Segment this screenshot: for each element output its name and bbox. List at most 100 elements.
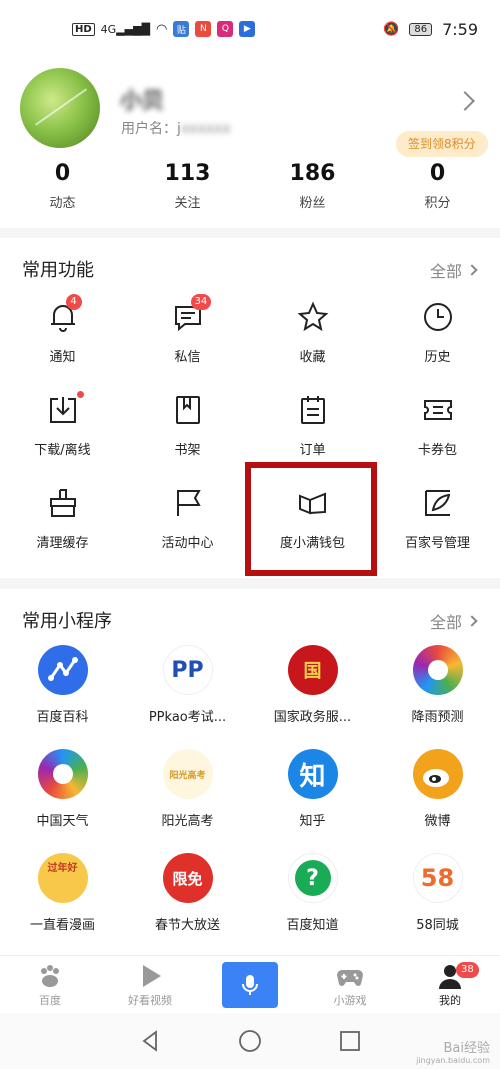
- clock-icon: [421, 300, 455, 334]
- mini-label: 58同城: [416, 918, 459, 933]
- mini-baike[interactable]: 百度百科: [0, 639, 125, 743]
- section-title: 常用小程序: [22, 611, 112, 632]
- gaokao-icon: 阳光高考: [162, 749, 213, 799]
- back-icon[interactable]: [138, 1029, 162, 1053]
- mini-zhidao[interactable]: ? 百度知道: [250, 847, 375, 951]
- hd-indicator: HD: [72, 22, 95, 36]
- message-badge: 34: [190, 294, 212, 310]
- tab-haokan[interactable]: 好看视频: [100, 956, 200, 1013]
- mini-manga[interactable]: 过年好 一直看漫画: [0, 847, 125, 951]
- stat-points[interactable]: 0 积分: [375, 161, 500, 211]
- func-activity[interactable]: 活动中心: [125, 480, 250, 573]
- chevron-right-icon[interactable]: [455, 91, 475, 111]
- mini-gov[interactable]: 国 国家政务服...: [250, 639, 375, 743]
- mini-58[interactable]: 58 58同城: [375, 847, 500, 951]
- 58-icon: 58: [412, 853, 463, 903]
- mini-zhihu[interactable]: 知 知乎: [250, 743, 375, 847]
- stat-fans[interactable]: 186 粉丝: [250, 161, 375, 211]
- mini-label: 降雨预测: [411, 710, 464, 725]
- tab-mine[interactable]: 38 我的: [400, 956, 500, 1013]
- battery-indicator: 86: [409, 22, 433, 36]
- tab-label: 好看视频: [128, 993, 172, 1007]
- stat-value: 113: [164, 161, 211, 186]
- ppkao-icon: PP: [162, 645, 213, 695]
- func-baijiahao[interactable]: 百家号管理: [375, 480, 500, 573]
- mini-label: 国家政务服...: [273, 710, 352, 725]
- home-icon[interactable]: [238, 1029, 262, 1053]
- zhihu-icon: 知: [287, 749, 338, 799]
- func-label: 卡券包: [417, 443, 457, 458]
- mini-label: 中国天气: [36, 814, 89, 829]
- tab-baidu[interactable]: 百度: [0, 956, 100, 1013]
- stat-following[interactable]: 113 关注: [125, 161, 250, 211]
- clock: 7:59: [442, 19, 478, 39]
- mini-label: PPkao考试...: [148, 710, 227, 725]
- func-coupons[interactable]: 卡券包: [375, 387, 500, 480]
- see-all-link[interactable]: 全部: [430, 258, 478, 282]
- tab-voice[interactable]: [200, 956, 300, 1013]
- stat-label: 粉丝: [299, 196, 326, 211]
- stat-posts[interactable]: 0 动态: [0, 161, 125, 211]
- sign-in-badge[interactable]: 签到领8积分: [396, 131, 488, 157]
- stat-label: 关注: [174, 196, 201, 211]
- mini-rain[interactable]: 降雨预测: [375, 639, 500, 743]
- func-history[interactable]: 历史: [375, 294, 500, 387]
- func-label: 清理缓存: [36, 536, 89, 551]
- mini-gaokao[interactable]: 阳光高考 阳光高考: [125, 743, 250, 847]
- section-title: 常用功能: [22, 260, 94, 281]
- gamepad-icon: [336, 962, 364, 990]
- username: 小贝: [120, 89, 165, 114]
- flag-icon: [171, 486, 205, 520]
- func-clear-cache[interactable]: 清理缓存: [0, 480, 125, 573]
- download-icon: [46, 391, 84, 427]
- spring-icon: 限免: [162, 853, 213, 903]
- func-favorites[interactable]: 收藏: [250, 294, 375, 387]
- mini-weibo[interactable]: 微博: [375, 743, 500, 847]
- mini-label: 一直看漫画: [29, 918, 95, 933]
- chevron-right-icon: [466, 615, 478, 627]
- func-label: 历史: [424, 350, 451, 365]
- func-download[interactable]: 下载/离线: [0, 387, 125, 480]
- func-label: 活动中心: [161, 536, 214, 551]
- func-notify[interactable]: 4 通知: [0, 294, 125, 387]
- recents-icon[interactable]: [338, 1029, 362, 1053]
- mini-spring[interactable]: 限免 春节大放送: [125, 847, 250, 951]
- voice-button[interactable]: [222, 961, 278, 1008]
- mini-label: 知乎: [299, 814, 326, 829]
- func-label: 百家号管理: [404, 536, 470, 551]
- watermark: Bai经验 jingyan.baidu.com: [416, 1037, 490, 1065]
- microphone-icon: [242, 974, 258, 995]
- tab-label: 小游戏: [333, 993, 367, 1007]
- func-label: 书架: [174, 443, 201, 458]
- wifi-icon: ◠: [156, 21, 168, 37]
- notification-dot: [76, 391, 84, 398]
- stat-value: 0: [54, 161, 71, 186]
- tab-games[interactable]: 小游戏: [300, 956, 400, 1013]
- status-left: HD 4G▂▄▆█ ◠ 贴 N Q ▶: [72, 21, 383, 37]
- play-icon: [136, 962, 164, 990]
- mini-ppkao[interactable]: PP PPkao考试...: [125, 639, 250, 743]
- avatar[interactable]: [20, 68, 100, 148]
- stats-row: 0 动态 113 关注 186 粉丝 0 积分: [0, 161, 500, 211]
- func-message[interactable]: 34 私信: [125, 294, 250, 387]
- func-label: 订单: [299, 443, 326, 458]
- stat-value: 186: [289, 161, 336, 186]
- mini-label: 春节大放送: [154, 918, 220, 933]
- see-all-link[interactable]: 全部: [430, 609, 478, 633]
- system-nav-bar: Bai经验 jingyan.baidu.com: [0, 1013, 500, 1069]
- mini-weather[interactable]: 中国天气: [0, 743, 125, 847]
- rain-icon: [412, 645, 463, 695]
- bookshelf-icon: [171, 393, 205, 427]
- stat-value: 0: [429, 161, 446, 186]
- func-label: 收藏: [299, 350, 326, 365]
- coupon-icon: [421, 393, 455, 427]
- tieba-icon: 贴: [173, 21, 190, 37]
- func-bookshelf[interactable]: 书架: [125, 387, 250, 480]
- mini-programs-section: 常用小程序 全部 百度百科 PP PPkao考试... 国 国家政务服... 降…: [0, 589, 500, 955]
- order-icon: [296, 393, 330, 427]
- mini-grid: 百度百科 PP PPkao考试... 国 国家政务服... 降雨预测 中国天气 …: [0, 639, 500, 951]
- mini-label: 微博: [424, 814, 451, 829]
- mini-label: 百度百科: [36, 710, 89, 725]
- notify-badge: 4: [65, 294, 82, 310]
- message-icon: 34: [171, 294, 212, 334]
